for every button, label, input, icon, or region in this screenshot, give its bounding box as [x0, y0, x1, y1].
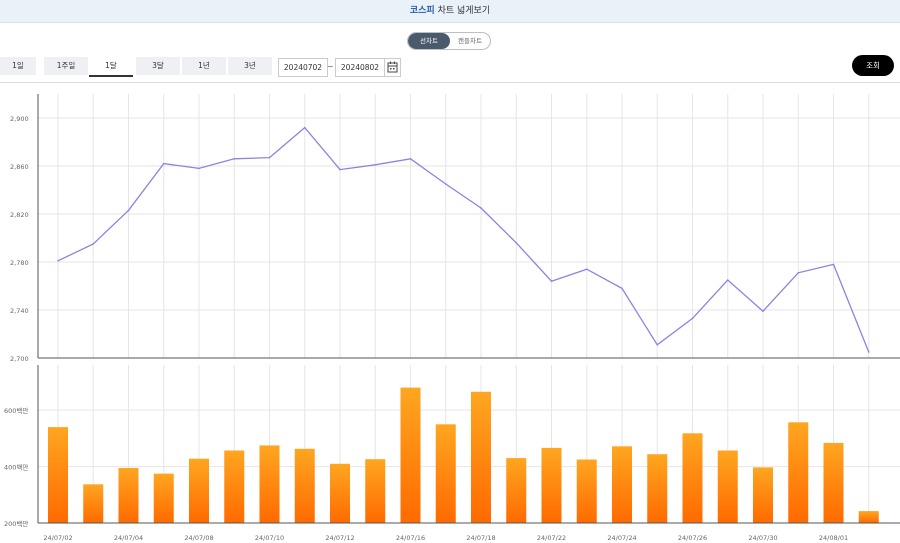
price-point — [409, 158, 412, 160]
volume-bar — [717, 450, 738, 523]
volume-bar — [753, 467, 773, 523]
volume-bar — [541, 447, 562, 523]
price-point — [303, 126, 306, 129]
date-separator: ~ — [327, 62, 334, 71]
price-line-chart — [57, 126, 870, 353]
price-y-tick-label: 2,860 — [10, 163, 29, 171]
volume-bar — [259, 445, 280, 523]
volume-bar — [400, 387, 421, 523]
candle-chart-option[interactable]: 캔들차트 — [450, 33, 490, 49]
volume-bar — [647, 454, 668, 523]
price-point — [726, 279, 729, 281]
x-tick-label: 24/07/30 — [748, 534, 777, 542]
volume-bar — [294, 448, 315, 523]
x-tick-label: 24/07/08 — [184, 534, 213, 542]
x-tick-label: 24/08/01 — [819, 534, 848, 542]
price-y-tick-label: 2,900 — [10, 115, 29, 123]
volume-bar — [153, 473, 174, 523]
price-point — [374, 164, 377, 166]
price-y-tick-label: 2,740 — [10, 307, 29, 315]
start-date-input[interactable]: 20240702 — [278, 58, 328, 77]
x-tick-label: 24/07/18 — [466, 534, 495, 542]
volume-bar — [83, 484, 104, 523]
volume-y-tick-label: 600백만 — [4, 406, 28, 415]
window-title: 코스피 차트 넓게보기 — [0, 0, 900, 23]
price-point — [444, 183, 447, 185]
search-button[interactable]: 조회 — [852, 55, 894, 76]
line-chart-option[interactable]: 선차트 — [408, 33, 450, 49]
volume-bar — [224, 450, 245, 523]
volume-y-tick-label: 400백만 — [4, 463, 28, 472]
price-point — [198, 167, 200, 170]
volume-bar — [576, 459, 597, 523]
volume-bar — [189, 458, 209, 523]
period-tab-1d[interactable]: 1일 — [0, 57, 36, 75]
price-point — [867, 351, 870, 353]
price-point — [339, 168, 341, 171]
volume-bar — [471, 391, 491, 523]
period-tab-1y[interactable]: 1년 — [182, 57, 226, 75]
chart-type-toggle[interactable]: 선차트 캔들차트 — [407, 32, 491, 50]
period-tab-1w[interactable]: 1주일 — [44, 57, 88, 75]
volume-bar — [365, 459, 386, 523]
volume-bar — [788, 422, 809, 523]
period-tab-1m[interactable]: 1달 — [89, 57, 133, 77]
price-y-tick-label: 2,780 — [10, 259, 29, 267]
price-point — [762, 310, 764, 312]
price-point — [162, 162, 165, 165]
x-tick-label: 24/07/10 — [255, 534, 284, 542]
price-point — [797, 272, 800, 274]
volume-bar — [612, 446, 632, 523]
x-tick-label: 24/07/22 — [537, 534, 566, 542]
price-point — [691, 317, 694, 320]
price-point — [550, 280, 553, 282]
price-point — [621, 287, 623, 290]
calendar-icon — [387, 61, 398, 73]
price-point — [127, 209, 130, 212]
volume-bar — [435, 424, 456, 524]
price-point — [92, 243, 95, 245]
grid-lines — [38, 94, 900, 524]
x-tick-label: 24/07/26 — [678, 534, 707, 542]
volume-bar — [858, 511, 879, 523]
x-tick-label: 24/07/12 — [325, 534, 354, 542]
volume-bar — [682, 433, 703, 523]
price-point — [233, 158, 236, 160]
period-tab-3m[interactable]: 3달 — [136, 57, 180, 75]
x-tick-label: 24/07/24 — [607, 534, 636, 542]
price-y-tick-label: 2,700 — [10, 355, 29, 363]
volume-bar — [506, 458, 527, 523]
end-date-input[interactable]: 20240802 — [335, 58, 385, 77]
title-highlight: 코스피 — [409, 6, 435, 16]
calendar-button[interactable] — [384, 58, 401, 77]
period-tab-3y[interactable]: 3년 — [228, 57, 272, 75]
volume-y-tick-label: 200백만 — [4, 519, 28, 528]
price-point — [268, 156, 271, 159]
toolbar-divider — [0, 82, 900, 83]
price-series-line — [57, 126, 870, 353]
volume-bar — [48, 427, 68, 523]
volume-bar — [118, 468, 139, 523]
price-y-tick-label: 2,820 — [10, 211, 29, 219]
kospi-chart: 2,700 2,740 2,780 2,820 2,860 2,900 200백만 400백만… — [4, 94, 900, 542]
volume-bar — [330, 463, 350, 524]
price-point — [480, 207, 482, 209]
price-point — [585, 268, 588, 270]
price-point — [515, 242, 518, 244]
price-point — [832, 263, 835, 266]
volume-bar-chart — [48, 387, 879, 524]
x-tick-label: 24/07/16 — [396, 534, 425, 542]
title-rest: 차트 넓게보기 — [434, 6, 491, 16]
price-point — [57, 260, 59, 262]
x-tick-label: 24/07/02 — [43, 534, 72, 542]
volume-bar — [823, 442, 844, 523]
price-point — [656, 344, 659, 346]
x-tick-label: 24/07/04 — [114, 534, 143, 542]
